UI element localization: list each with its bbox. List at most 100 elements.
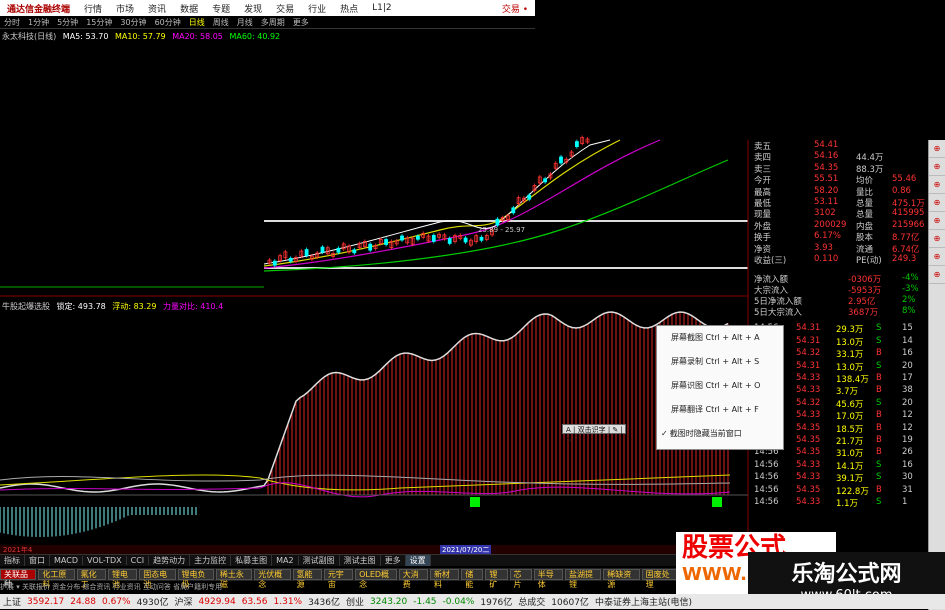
indicator-header: 牛股起爆选股 锁定: 493.78 浮动: 83.29 力量对比: 410.4 bbox=[2, 301, 302, 312]
menu-item-record[interactable]: 屏幕录制 Ctrl + Alt + S bbox=[657, 350, 783, 374]
quote-extra-value: 0.86 bbox=[892, 185, 911, 196]
tick-price: 54.33 bbox=[796, 373, 821, 383]
sector-chip[interactable]: 元宇宙 bbox=[323, 569, 354, 589]
tab-private-main[interactable]: 私募主图 bbox=[231, 555, 273, 566]
quote-extra-label: 流通 bbox=[856, 244, 874, 255]
menu-item-ocr[interactable]: 屏幕识图 Ctrl + Alt + O bbox=[657, 374, 783, 398]
signal-square-2 bbox=[712, 497, 722, 507]
sector-chip[interactable]: 储能 bbox=[461, 569, 484, 589]
tab-indicator[interactable]: 指标 bbox=[0, 555, 25, 566]
sector-chip[interactable]: 锂电负极 bbox=[177, 569, 214, 589]
side-tab-strip[interactable]: ⊕ ⊕ ⊕ ⊕ ⊕ ⊕ ⊕ ⊕ bbox=[928, 140, 945, 610]
quote-extra-label: 44.4万 bbox=[856, 153, 884, 164]
tick-row: 14:56 54.33 14.1万 S 16 bbox=[752, 459, 928, 472]
tab-trend[interactable]: 趋势动力 bbox=[149, 555, 191, 566]
sector-chip[interactable]: 锂电池 bbox=[107, 569, 138, 589]
status-item: 4929.94 bbox=[198, 596, 236, 607]
sector-chip[interactable]: 稀缺资源 bbox=[603, 569, 640, 589]
price-range-label: 25.89 - 25.97 bbox=[478, 226, 525, 234]
menu-item-translate[interactable]: 屏幕翻译 Ctrl + Alt + F bbox=[657, 398, 783, 422]
tick-side: S bbox=[876, 360, 882, 371]
side-tab-icon: ⊕ bbox=[929, 212, 945, 230]
sector-chip[interactable]: 芯片 bbox=[509, 569, 532, 589]
tab-vol[interactable]: VOL-TDX bbox=[83, 556, 127, 565]
tab-ma2[interactable]: MA2 bbox=[272, 556, 299, 565]
tick-side: S bbox=[876, 335, 882, 346]
status-item: 3436亿 bbox=[308, 598, 340, 608]
tab-more[interactable]: 更多 bbox=[381, 555, 406, 566]
sector-chip[interactable]: 盐湖提锂 bbox=[564, 569, 602, 589]
flow-row: 5日大宗流入 3687万 8% bbox=[752, 306, 928, 318]
sector-chip[interactable]: 氢能源 bbox=[292, 569, 322, 589]
tick-side: B bbox=[876, 373, 882, 383]
quote-row: 换手 6.17% 股本 8.77亿 bbox=[752, 231, 928, 244]
sector-chip[interactable]: 固废处理 bbox=[641, 569, 678, 589]
sector-bar: 关联品种 化工原料 氟化工 锂电池 固态电池 锂电负极 稀土永磁 光伏概念 氢能源 元宇宙 OLED… bbox=[0, 568, 680, 589]
status-item: 3243.20 bbox=[370, 596, 408, 607]
quote-label: 卖四 bbox=[754, 153, 772, 164]
tick-price: 54.35 bbox=[796, 435, 821, 445]
sector-chip[interactable]: 稀土永磁 bbox=[215, 569, 253, 589]
tick-price: 54.31 bbox=[796, 360, 821, 371]
quote-value: 0.110 bbox=[814, 254, 839, 264]
tab-window[interactable]: 窗口 bbox=[25, 555, 50, 566]
candle-body bbox=[479, 236, 484, 241]
tick-row: 14:56 54.33 1.1万 S 1 bbox=[752, 497, 928, 509]
quote-extra-value: 415995 bbox=[892, 208, 925, 219]
tick-price: 54.33 bbox=[796, 472, 821, 483]
tab-cci[interactable]: CCI bbox=[127, 556, 150, 565]
sector-chip[interactable]: OLED概念 bbox=[355, 569, 397, 589]
menu-item-hide-window[interactable]: ✓ 截图时隐藏当前窗口 bbox=[657, 422, 783, 446]
tick-count: 16 bbox=[902, 348, 913, 359]
ma5-line bbox=[263, 139, 611, 265]
status-item: -1.45 bbox=[413, 596, 437, 607]
candle-body bbox=[320, 246, 325, 253]
quote-extra-label: 总量 bbox=[856, 210, 874, 221]
tick-side: B bbox=[876, 435, 882, 445]
tick-volume: 14.1万 bbox=[836, 461, 864, 472]
tick-side: S bbox=[876, 497, 882, 507]
quote-label: 换手 bbox=[754, 233, 772, 244]
tick-count: 16 bbox=[902, 459, 913, 470]
candle-body bbox=[511, 207, 516, 214]
tick-count: 19 bbox=[902, 435, 913, 445]
quote-extra-label: 内盘 bbox=[856, 221, 874, 232]
tick-price: 54.33 bbox=[796, 497, 821, 507]
side-tab-icon: ⊕ bbox=[929, 230, 945, 248]
tick-count: 12 bbox=[902, 422, 913, 433]
tick-time: 14:56 bbox=[754, 484, 779, 495]
sector-chip[interactable]: 光伏概念 bbox=[254, 569, 291, 589]
candle-body bbox=[495, 218, 500, 226]
tab-main-monitor[interactable]: 主力监控 bbox=[190, 555, 232, 566]
sector-chip[interactable]: 氟化工 bbox=[76, 569, 106, 589]
sector-chip[interactable]: 锂矿 bbox=[485, 569, 508, 589]
quote-extra-label: 股本 bbox=[856, 233, 874, 244]
tick-volume: 138.4万 bbox=[836, 375, 869, 385]
tab-macd[interactable]: MACD bbox=[50, 556, 83, 565]
tick-side: B bbox=[876, 385, 882, 396]
sector-chip[interactable]: 关联品种 bbox=[0, 569, 37, 589]
status-item: 上证 bbox=[3, 598, 22, 608]
tab-settings[interactable]: 设置 bbox=[405, 555, 431, 566]
side-tab-icon: ⊕ bbox=[929, 140, 945, 158]
sector-chip[interactable]: 新材料 bbox=[429, 569, 460, 589]
quote-label: 卖五 bbox=[754, 142, 772, 152]
sector-chip[interactable]: 固态电池 bbox=[139, 569, 176, 589]
tick-row: 14:56 54.33 39.1万 S 30 bbox=[752, 472, 928, 484]
candle-body bbox=[559, 156, 563, 164]
tick-price: 54.35 bbox=[796, 447, 821, 458]
sector-chip[interactable]: 半导体 bbox=[533, 569, 563, 589]
candle-body bbox=[288, 257, 293, 262]
side-tab-icon: ⊕ bbox=[929, 194, 945, 212]
quote-value: 53.11 bbox=[814, 197, 839, 207]
ocr-toolbar[interactable]: A | 双击识字 | ✎ | ⇲ bbox=[562, 424, 626, 444]
quote-extra-value: 8.77亿 bbox=[892, 233, 920, 244]
menu-item-screenshot[interactable]: 屏幕截图 Ctrl + Alt + A bbox=[657, 326, 783, 350]
sector-chip[interactable]: 化工原料 bbox=[38, 569, 75, 589]
tab-test-main[interactable]: 测试主图 bbox=[340, 555, 381, 566]
tick-price: 54.33 bbox=[796, 459, 821, 470]
tick-count: 26 bbox=[902, 447, 913, 458]
tab-test-sub[interactable]: 测试副图 bbox=[299, 555, 340, 566]
sector-chip[interactable]: 大消费 bbox=[398, 569, 428, 589]
flow-pct: 8% bbox=[902, 306, 916, 317]
